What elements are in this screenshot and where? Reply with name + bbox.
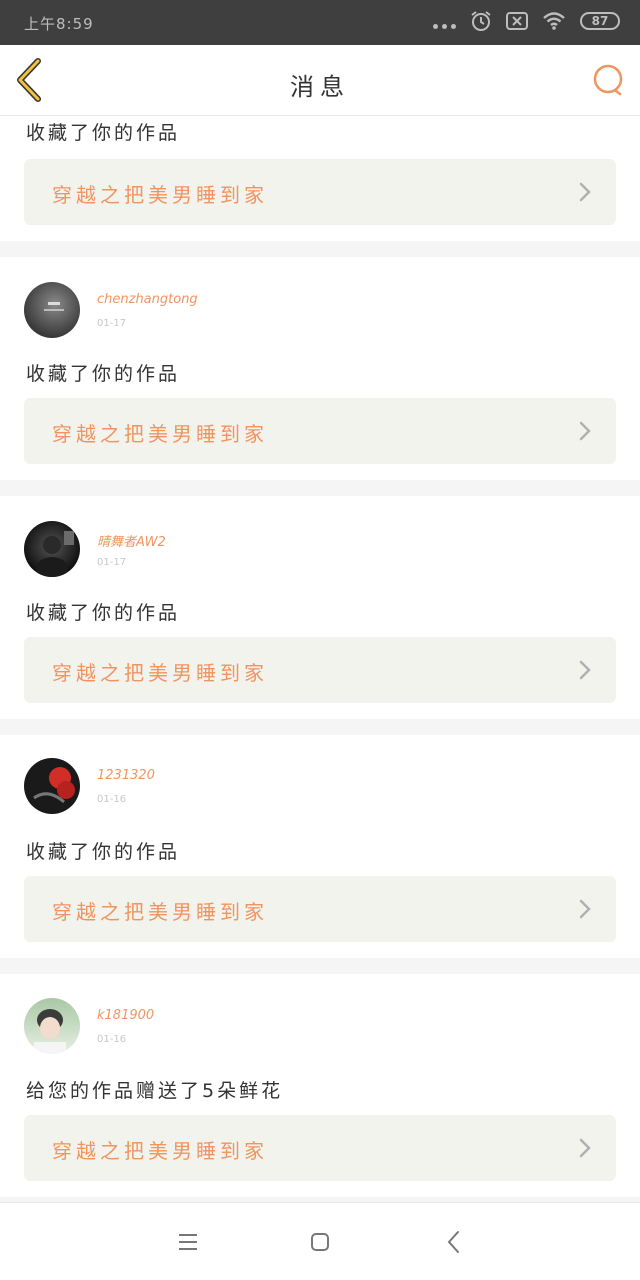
menu-button[interactable] bbox=[175, 1229, 201, 1255]
work-title: 穿越之把美男睡到家 bbox=[52, 422, 268, 446]
home-square-icon bbox=[311, 1233, 329, 1251]
page-title: 消息 bbox=[290, 73, 350, 101]
avatar-image bbox=[33, 767, 75, 804]
avatar-image bbox=[36, 531, 74, 577]
system-back-button[interactable] bbox=[441, 1229, 467, 1255]
menu-icon bbox=[179, 1234, 197, 1250]
chevron-right-icon bbox=[579, 182, 591, 202]
notification-card: 晴舞者AW2 01-17 收藏了你的作品 穿越之把美男睡到家 bbox=[0, 496, 640, 719]
work-link[interactable]: 穿越之把美男睡到家 bbox=[24, 1115, 616, 1181]
notification-message: 收藏了你的作品 bbox=[26, 602, 181, 624]
status-icons: 87 bbox=[433, 10, 620, 32]
top-navigation: 消息 bbox=[0, 45, 640, 116]
work-title: 穿越之把美男睡到家 bbox=[52, 1139, 268, 1163]
username[interactable]: chenzhangtong bbox=[97, 292, 198, 307]
avatar[interactable] bbox=[24, 758, 80, 814]
work-link[interactable]: 穿越之把美男睡到家 bbox=[24, 876, 616, 942]
date: 01-17 bbox=[97, 557, 127, 568]
avatar-image bbox=[34, 1009, 66, 1054]
work-link[interactable]: 穿越之把美男睡到家 bbox=[24, 398, 616, 464]
notification-card: 1231320 01-16 收藏了你的作品 穿越之把美男睡到家 bbox=[0, 735, 640, 958]
message-list[interactable]: 收藏了你的作品 穿越之把美男睡到家 chenzhangtong 01-17 收藏… bbox=[0, 116, 640, 1202]
notification-message: 收藏了你的作品 bbox=[26, 363, 181, 385]
chevron-right-icon bbox=[579, 1138, 591, 1158]
notification-card: 收藏了你的作品 穿越之把美男睡到家 bbox=[0, 116, 640, 241]
notification-card: k181900 01-16 给您的作品赠送了5朵鲜花 穿越之把美男睡到家 bbox=[0, 974, 640, 1197]
date: 01-16 bbox=[97, 1034, 127, 1045]
work-link[interactable]: 穿越之把美男睡到家 bbox=[24, 637, 616, 703]
date: 01-16 bbox=[97, 794, 127, 805]
chevron-right-icon bbox=[579, 421, 591, 441]
username[interactable]: 晴舞者AW2 bbox=[97, 531, 166, 550]
username[interactable]: 1231320 bbox=[97, 768, 155, 783]
avatar[interactable] bbox=[24, 521, 80, 577]
date: 01-17 bbox=[97, 318, 127, 329]
work-title: 穿越之把美男睡到家 bbox=[52, 661, 268, 685]
notification-card: chenzhangtong 01-17 收藏了你的作品 穿越之把美男睡到家 bbox=[0, 257, 640, 480]
more-dots-icon bbox=[433, 23, 456, 29]
avatar[interactable] bbox=[24, 998, 80, 1054]
work-title: 穿越之把美男睡到家 bbox=[52, 900, 268, 924]
notification-message: 收藏了你的作品 bbox=[26, 841, 181, 863]
battery-icon: 87 bbox=[580, 12, 620, 30]
work-link[interactable]: 穿越之把美男睡到家 bbox=[24, 159, 616, 225]
alarm-icon bbox=[471, 11, 491, 31]
notification-message: 收藏了你的作品 bbox=[26, 122, 181, 144]
avatar-image bbox=[44, 302, 64, 311]
avatar[interactable] bbox=[24, 282, 80, 338]
no-sim-icon bbox=[506, 12, 528, 30]
status-bar: 上午8:59 87 bbox=[0, 0, 640, 45]
notification-message: 给您的作品赠送了5朵鲜花 bbox=[26, 1080, 284, 1102]
system-navigation-bar bbox=[0, 1202, 640, 1280]
wifi-icon bbox=[543, 12, 565, 30]
work-title: 穿越之把美男睡到家 bbox=[52, 183, 268, 207]
home-button[interactable] bbox=[307, 1229, 333, 1255]
chevron-right-icon bbox=[579, 899, 591, 919]
search-icon bbox=[593, 64, 623, 96]
back-triangle-icon bbox=[447, 1231, 459, 1253]
status-time: 上午8:59 bbox=[24, 15, 94, 33]
chevron-right-icon bbox=[579, 660, 591, 680]
username[interactable]: k181900 bbox=[97, 1008, 154, 1023]
search-button[interactable] bbox=[592, 63, 626, 97]
